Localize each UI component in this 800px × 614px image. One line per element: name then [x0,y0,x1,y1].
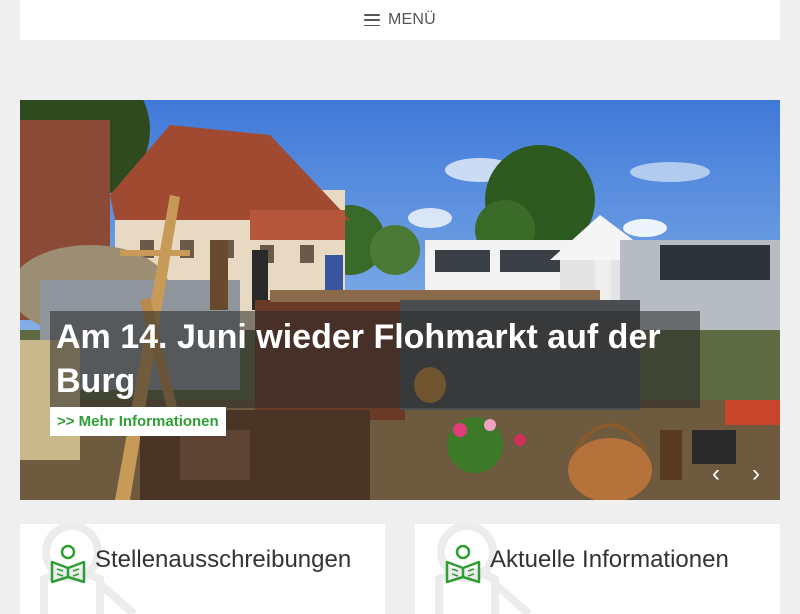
card-stellenausschreibungen[interactable]: Stellenausschreibungen [20,524,385,614]
next-slide-arrow-icon[interactable]: › [752,462,760,486]
previous-slide-arrow-icon[interactable]: ‹ [712,462,720,486]
open-book-reader-icon [50,544,86,584]
card-title: Stellenausschreibungen [95,546,352,573]
hero-slider: Am 14. Juni wieder Flohmarkt auf der Bur… [20,100,780,500]
menu-label: MENÜ [388,11,436,28]
top-navigation-bar: MENÜ [20,0,780,40]
slide-title: Am 14. Juni wieder Flohmarkt auf der Bur… [56,318,661,400]
open-book-reader-icon [445,544,481,584]
card-title: Aktuelle Informationen [490,546,729,573]
card-aktuelle-informationen[interactable]: Aktuelle Informationen [415,524,780,614]
slide-caption: Am 14. Juni wieder Flohmarkt auf der Bur… [50,311,700,408]
hero-photo [20,100,780,500]
menu-button[interactable]: MENÜ [364,11,436,29]
more-information-link[interactable]: >> Mehr Informationen [50,407,226,436]
hamburger-icon [364,14,381,26]
